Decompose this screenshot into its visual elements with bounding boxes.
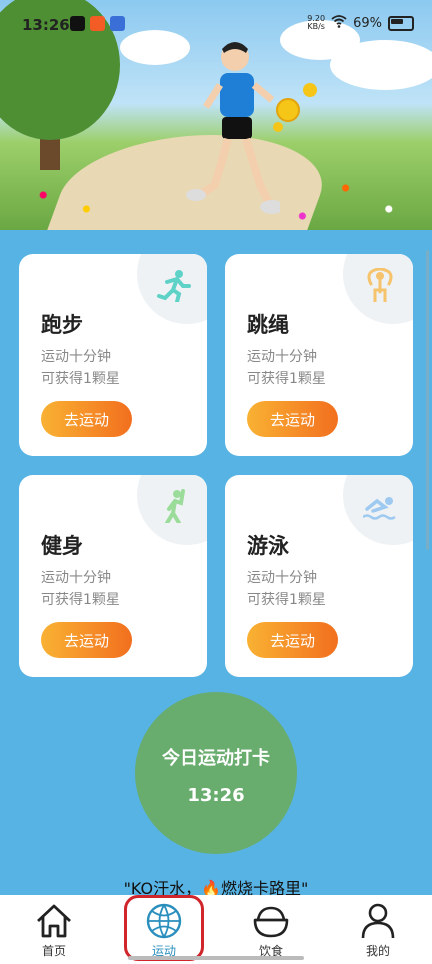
- running-icon: [157, 270, 191, 302]
- coin-icon: [273, 83, 317, 132]
- nav-item-home[interactable]: 首页: [14, 895, 94, 959]
- tiktok-icon: [70, 16, 85, 31]
- bottom-navigation: 首页 运动 饮食 我的: [0, 895, 432, 964]
- card-description: 运动十分钟 可获得1颗星: [247, 349, 326, 387]
- go-exercise-button[interactable]: 去运动: [247, 622, 338, 658]
- bowl-icon: [253, 906, 289, 938]
- card-description: 运动十分钟 可获得1颗星: [247, 570, 326, 608]
- fitness-icon: [165, 489, 185, 523]
- home-indicator[interactable]: [128, 956, 304, 960]
- card-title: 健身: [41, 534, 83, 558]
- home-icon: [37, 904, 71, 938]
- nav-item-diet[interactable]: 饮食: [231, 895, 311, 959]
- go-exercise-button[interactable]: 去运动: [41, 622, 132, 658]
- go-exercise-button[interactable]: 去运动: [41, 401, 132, 437]
- app-notification-icon: [90, 16, 105, 31]
- sport-card-running[interactable]: 跑步 运动十分钟 可获得1颗星 去运动: [19, 254, 207, 456]
- swimming-icon: [363, 497, 396, 520]
- card-description: 运动十分钟 可获得1颗星: [41, 349, 120, 387]
- jump-rope-icon: [367, 268, 393, 302]
- person-icon: [361, 903, 395, 939]
- scrollbar[interactable]: [426, 250, 429, 550]
- sport-card-fitness[interactable]: 健身 运动十分钟 可获得1颗星 去运动: [19, 475, 207, 677]
- card-title: 跑步: [41, 313, 83, 337]
- card-title: 跳绳: [247, 313, 289, 337]
- runner-illustration: [186, 42, 280, 214]
- status-bar: 13:26 9.20 KB/s 69%: [0, 0, 432, 48]
- go-exercise-button[interactable]: 去运动: [247, 401, 338, 437]
- checkin-time: 13:26: [187, 785, 245, 806]
- wifi-icon: [331, 14, 347, 32]
- app-notification-icon: [110, 16, 125, 31]
- card-description: 运动十分钟 可获得1颗星: [41, 570, 120, 608]
- active-tab-highlight: [124, 895, 204, 961]
- card-title: 游泳: [247, 534, 289, 558]
- sport-card-swimming[interactable]: 游泳 运动十分钟 可获得1颗星 去运动: [225, 475, 413, 677]
- battery-percent: 69%: [353, 15, 382, 31]
- battery-icon: [388, 15, 414, 31]
- daily-checkin-button[interactable]: 今日运动打卡 13:26: [135, 692, 297, 854]
- nav-item-profile[interactable]: 我的: [338, 895, 418, 959]
- sport-card-jump-rope[interactable]: 跳绳 运动十分钟 可获得1颗星 去运动: [225, 254, 413, 456]
- network-speed: 9.20 KB/s: [307, 14, 326, 31]
- checkin-label: 今日运动打卡: [162, 748, 270, 769]
- status-time: 13:26: [22, 16, 70, 34]
